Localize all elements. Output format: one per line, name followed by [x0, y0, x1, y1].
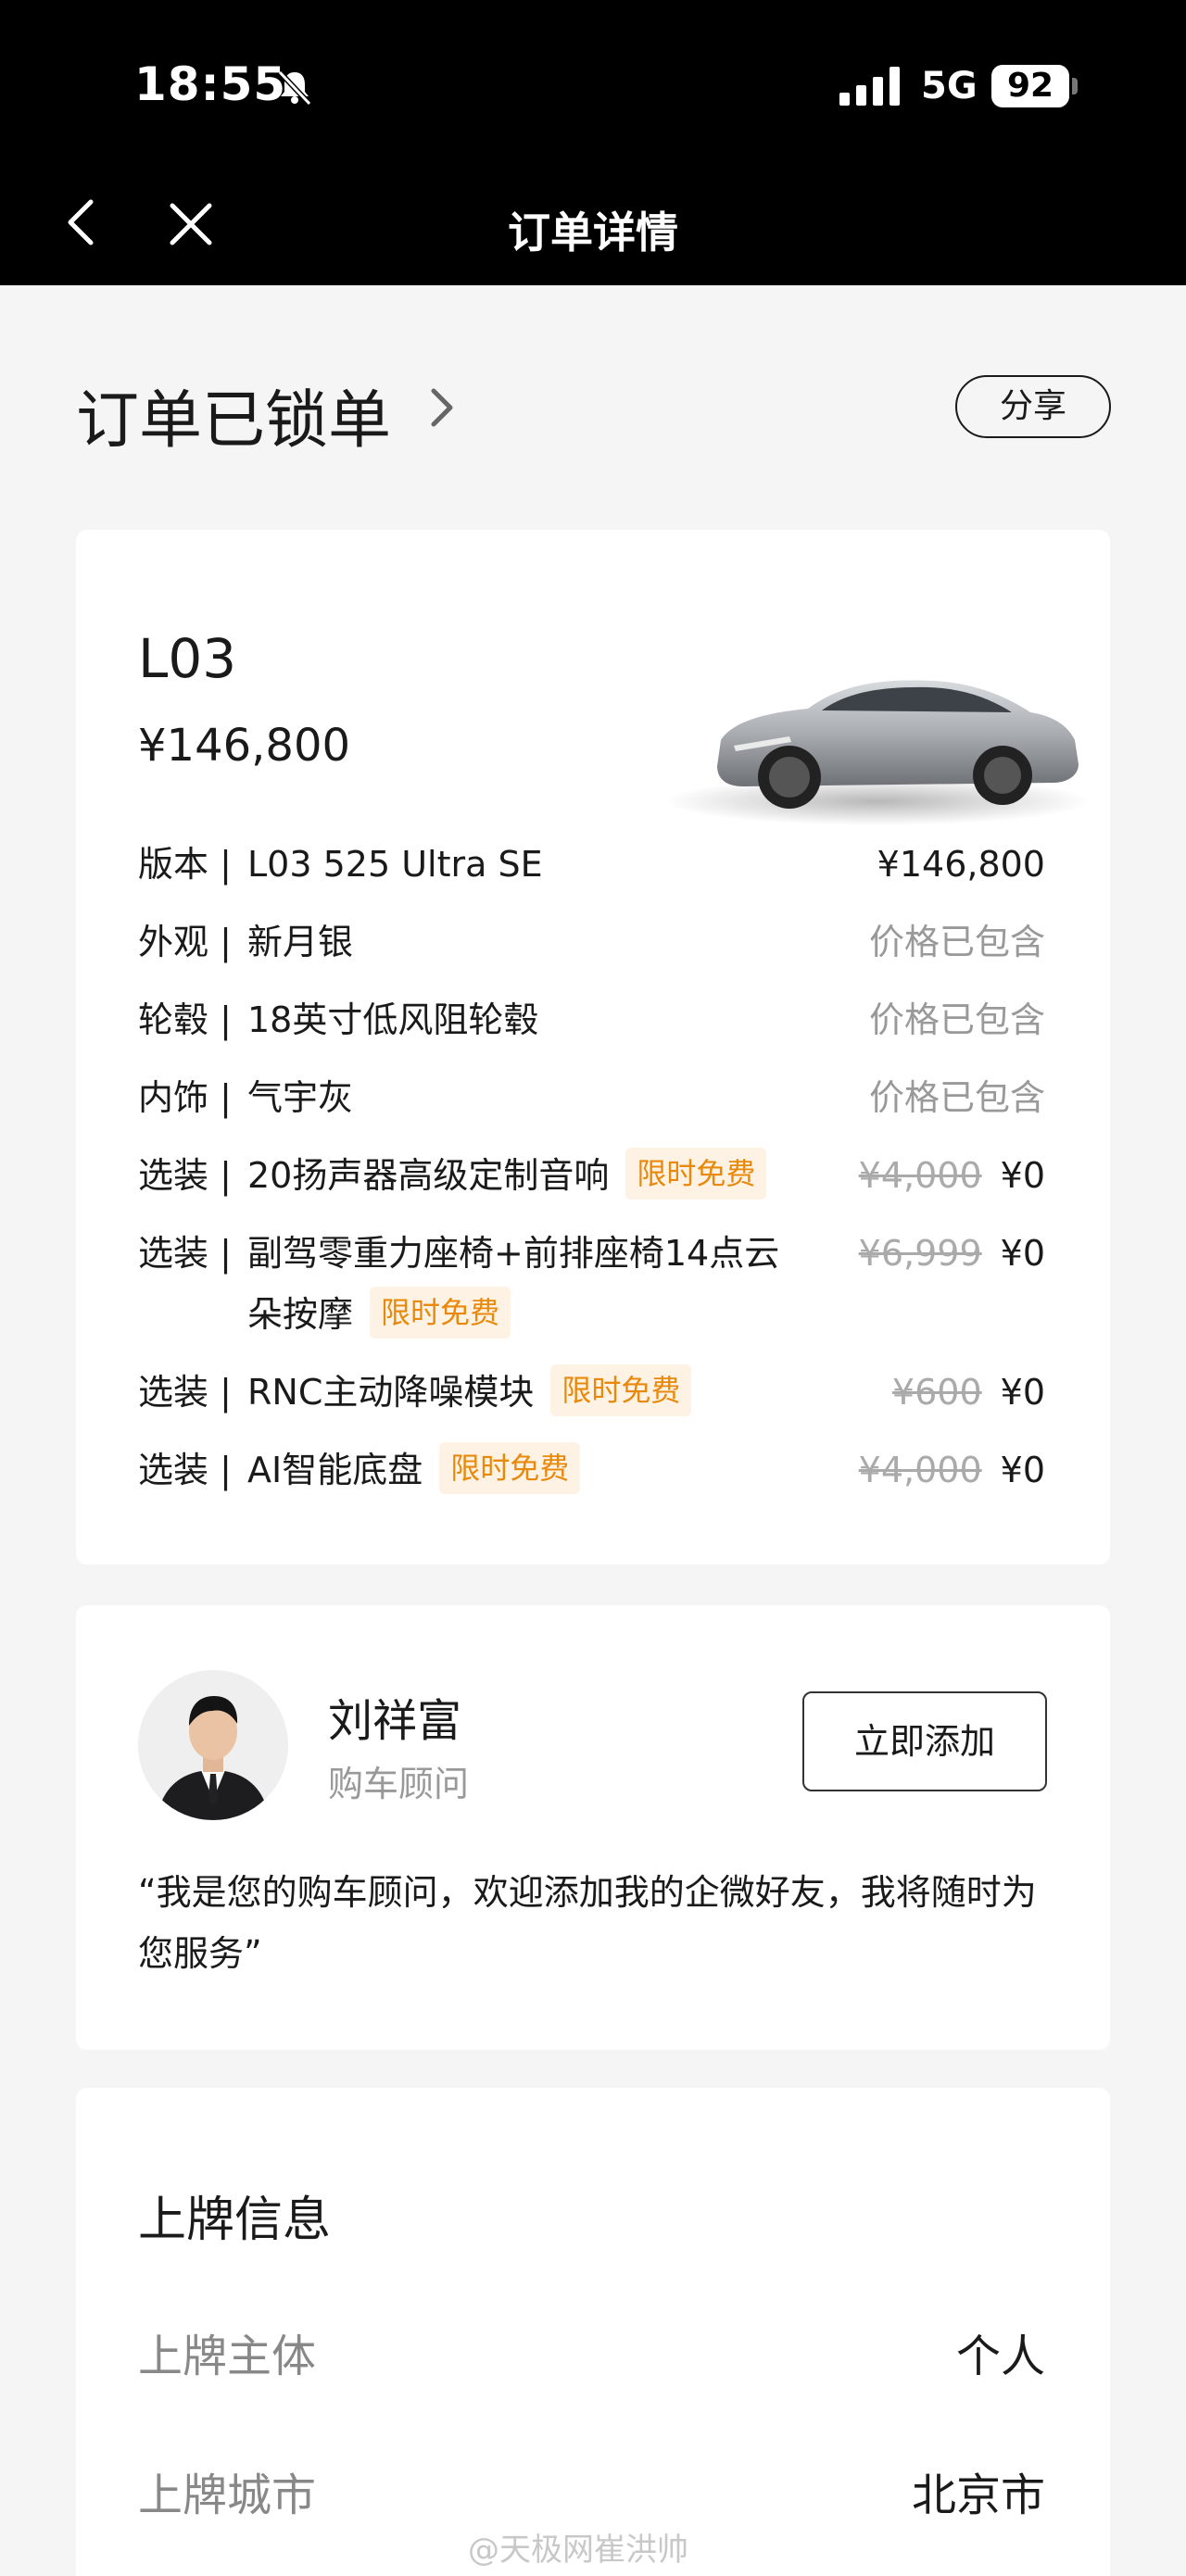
config-item-label: AI智能底盘: [247, 1450, 423, 1490]
car-image: [664, 680, 1091, 825]
battery-indicator: 92: [991, 65, 1069, 107]
promo-tag: 限时免费: [550, 1364, 692, 1416]
advisor-card: 刘祥富 购车顾问 立即添加 “我是您的购车顾问，欢迎添加我的企微好友，我将随时为…: [76, 1605, 1110, 2050]
config-item-name: 气宇灰: [247, 1067, 813, 1128]
promo-tag: 限时免费: [370, 1287, 511, 1338]
config-item-label: L03 525 Ultra SE: [247, 844, 543, 885]
original-price: ¥4,000: [858, 1155, 982, 1196]
config-item-label: 18英寸低风阻轮毂: [247, 999, 539, 1040]
signal-icon: [839, 67, 900, 106]
original-price: ¥4,000: [858, 1450, 982, 1490]
config-item-label: 副驾零重力座椅+前排座椅14点云朵按摩: [247, 1233, 780, 1335]
watermark: @天极网崔洪帅: [468, 2532, 688, 2569]
config-item-name: 18英寸低风阻轮毂: [247, 989, 813, 1050]
current-price: 价格已包含: [868, 922, 1045, 962]
config-price: ¥4,000 ¥0: [859, 1145, 1045, 1206]
config-item-label: 20扬声器高级定制音响: [247, 1155, 610, 1196]
original-price: ¥6,999: [858, 1233, 982, 1274]
current-price: ¥0: [1000, 1450, 1045, 1490]
top-bar: 18:55 5G 92 订单详情: [0, 0, 1186, 285]
config-category: 版本 |: [138, 844, 232, 885]
car-model-name: L03: [138, 627, 237, 690]
original-price: ¥600: [891, 1372, 982, 1413]
config-category: 选装 |: [138, 1372, 232, 1413]
page-title: 订单详情: [508, 207, 678, 258]
config-item-name: AI智能底盘 限时免费: [247, 1439, 813, 1501]
config-price: ¥146,800: [877, 834, 1045, 895]
current-price: ¥146,800: [877, 844, 1045, 885]
config-item-name: 20扬声器高级定制音响 限时免费: [247, 1145, 813, 1206]
add-advisor-button[interactable]: 立即添加: [802, 1691, 1047, 1791]
config-item-label: 气宇灰: [247, 1077, 354, 1118]
config-price: ¥600 ¥0: [892, 1362, 1045, 1423]
car-total-price: ¥146,800: [138, 720, 351, 772]
bell-muted-icon: [277, 69, 312, 107]
plate-row-label: 上牌主体: [138, 2331, 317, 2382]
avatar: [138, 1670, 288, 1820]
config-price: ¥6,999 ¥0: [859, 1223, 1045, 1284]
advisor-name: 刘祥富: [328, 1695, 462, 1747]
config-category: 选装 |: [138, 1233, 232, 1274]
config-price: 价格已包含: [869, 1067, 1045, 1128]
current-price: ¥0: [1000, 1233, 1045, 1274]
config-category: 选装 |: [138, 1450, 232, 1490]
car-config-card: L03 ¥146,800 版本 | L03 525 Ultra SE ¥146,80…: [76, 530, 1110, 1564]
config-item-label: 新月银: [247, 922, 354, 962]
chevron-right-icon[interactable]: [426, 382, 460, 434]
plate-section-title: 上牌信息: [138, 2193, 332, 2248]
promo-tag: 限时免费: [625, 1148, 767, 1200]
share-button[interactable]: 分享: [955, 375, 1111, 438]
battery-tip: [1072, 78, 1078, 94]
current-price: 价格已包含: [868, 999, 1045, 1040]
config-price: 价格已包含: [869, 989, 1045, 1050]
config-price: 价格已包含: [869, 911, 1045, 973]
plate-info-card: 上牌信息 上牌主体 个人 上牌城市 北京市: [76, 2088, 1110, 2576]
current-price: 价格已包含: [868, 1077, 1045, 1118]
plate-row-label: 上牌城市: [138, 2469, 317, 2521]
config-category: 轮毂 |: [138, 999, 232, 1040]
config-item-label: RNC主动降噪模块: [247, 1372, 535, 1413]
config-item-name: 新月银: [247, 911, 813, 973]
plate-row-value: 个人: [955, 2331, 1045, 2382]
network-label: 5G: [921, 65, 978, 107]
current-price: ¥0: [1000, 1155, 1045, 1196]
status-time: 18:55: [134, 57, 287, 111]
advisor-quote: “我是您的购车顾问，欢迎添加我的企微好友，我将随时为您服务”: [138, 1872, 1037, 1974]
config-item-name: L03 525 Ultra SE: [247, 834, 813, 895]
advisor-role: 购车顾问: [328, 1764, 470, 1804]
promo-tag: 限时免费: [439, 1442, 581, 1494]
current-price: ¥0: [1000, 1372, 1045, 1413]
config-category: 外观 |: [138, 922, 232, 962]
config-item-name: RNC主动降噪模块 限时免费: [247, 1362, 813, 1423]
plate-row: 上牌城市 北京市: [138, 2458, 1045, 2523]
order-status[interactable]: 订单已锁单: [76, 369, 391, 460]
config-price: ¥4,000 ¥0: [859, 1439, 1045, 1501]
plate-row-value: 北京市: [911, 2469, 1045, 2521]
plate-row: 上牌主体 个人: [138, 2319, 1045, 2384]
config-category: 内饰 |: [138, 1077, 232, 1118]
config-category: 选装 |: [138, 1155, 232, 1196]
config-item-name: 副驾零重力座椅+前排座椅14点云朵按摩 限时免费: [247, 1223, 813, 1345]
